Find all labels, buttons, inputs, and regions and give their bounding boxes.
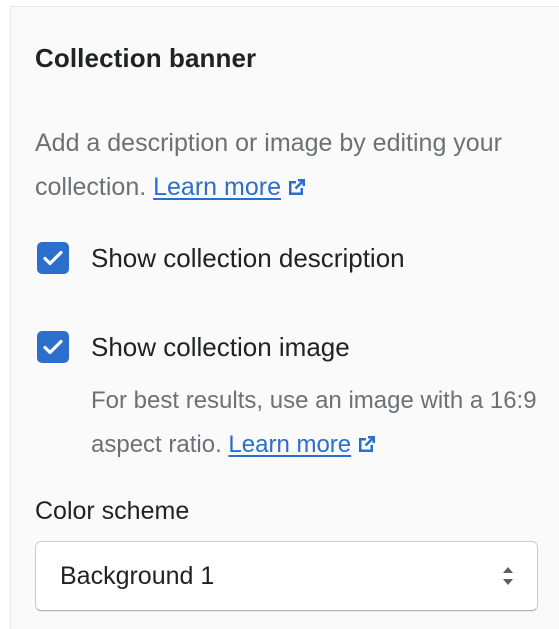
checkmark-icon bbox=[43, 250, 63, 266]
select-arrows-icon bbox=[503, 567, 513, 585]
show-image-checkbox[interactable] bbox=[37, 331, 69, 363]
external-link-icon[interactable] bbox=[287, 177, 307, 197]
color-scheme-select[interactable]: Background 1 bbox=[35, 541, 538, 611]
show-description-option[interactable]: Show collection description bbox=[37, 242, 405, 274]
color-scheme-value: Background 1 bbox=[60, 562, 215, 590]
show-description-label: Show collection description bbox=[91, 242, 405, 273]
external-link-icon[interactable] bbox=[357, 434, 377, 454]
section-description: Add a description or image by editing yo… bbox=[35, 121, 515, 209]
color-scheme-label: Color scheme bbox=[35, 497, 190, 525]
image-learn-more-link[interactable]: Learn more bbox=[228, 431, 351, 458]
image-help-text: For best results, use an image with a 16… bbox=[91, 379, 541, 467]
settings-panel: Collection banner Add a description or i… bbox=[10, 6, 559, 629]
checkmark-icon bbox=[43, 339, 63, 355]
show-description-checkbox[interactable] bbox=[37, 242, 69, 274]
section-title: Collection banner bbox=[35, 43, 257, 73]
show-image-label: Show collection image bbox=[91, 331, 350, 362]
learn-more-link[interactable]: Learn more bbox=[153, 173, 281, 201]
show-image-option[interactable]: Show collection image bbox=[37, 331, 350, 363]
